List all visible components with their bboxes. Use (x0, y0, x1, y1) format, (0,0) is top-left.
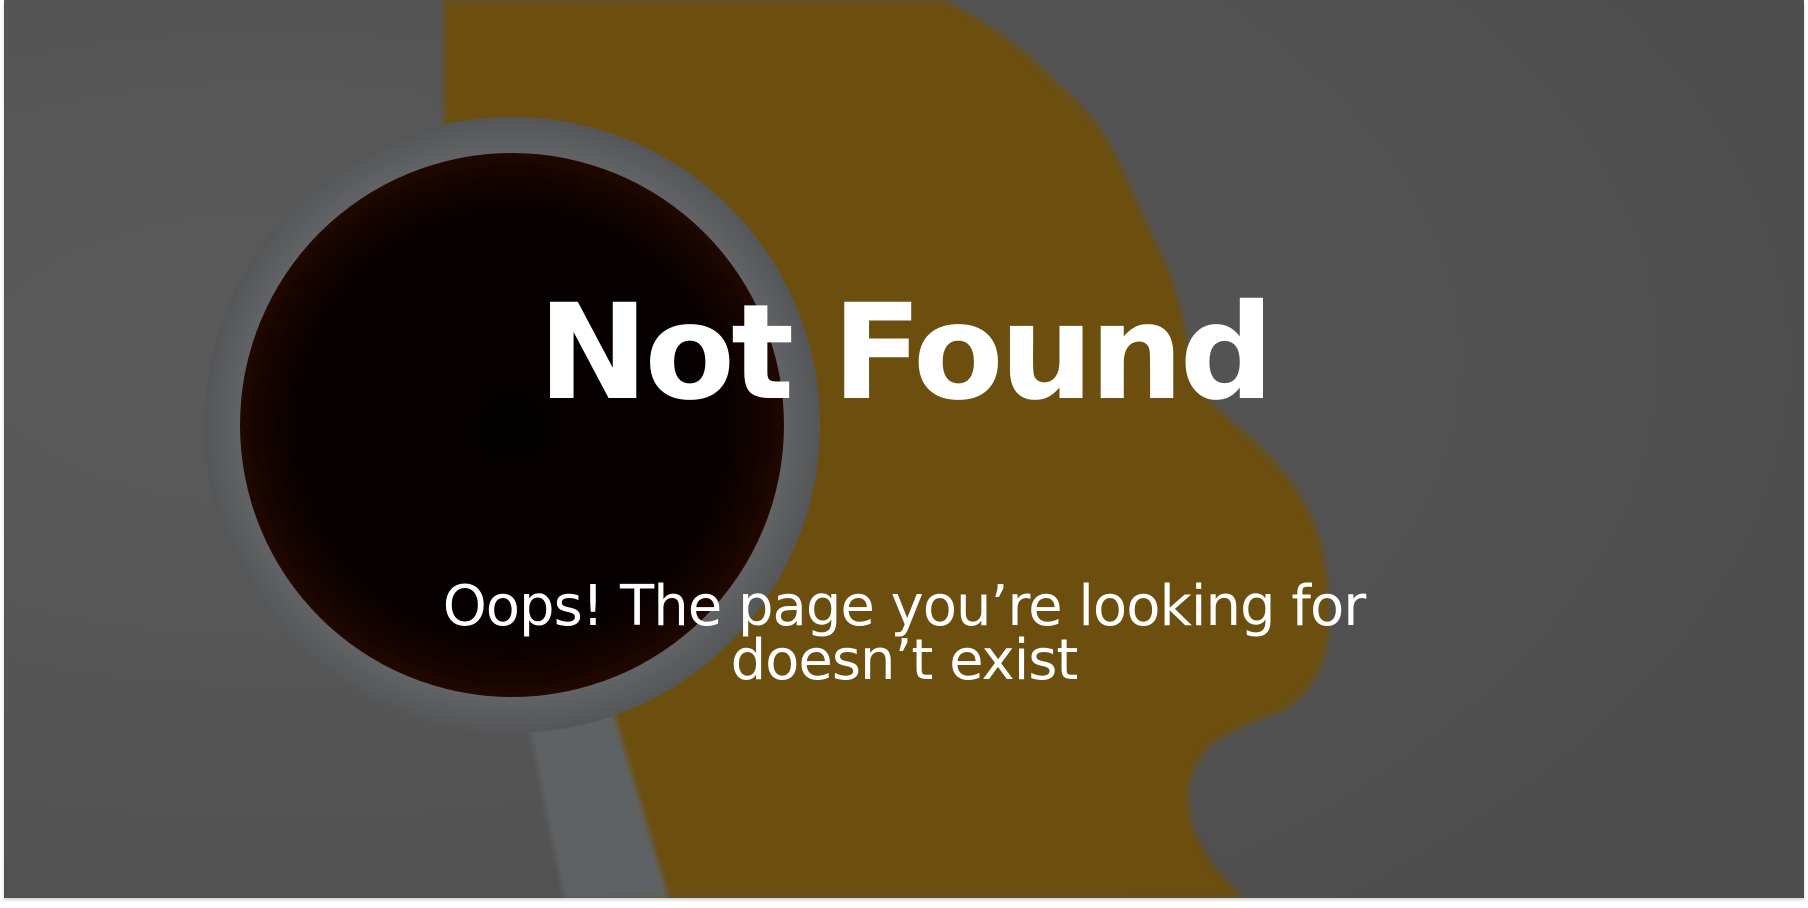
page-title: Not Found (537, 276, 1274, 430)
dark-overlay (4, 0, 1804, 898)
error-message: Oops! The page you’re looking for doesn’… (442, 574, 1367, 693)
not-found-hero: Not Found Oops! The page you’re looking … (4, 0, 1804, 898)
